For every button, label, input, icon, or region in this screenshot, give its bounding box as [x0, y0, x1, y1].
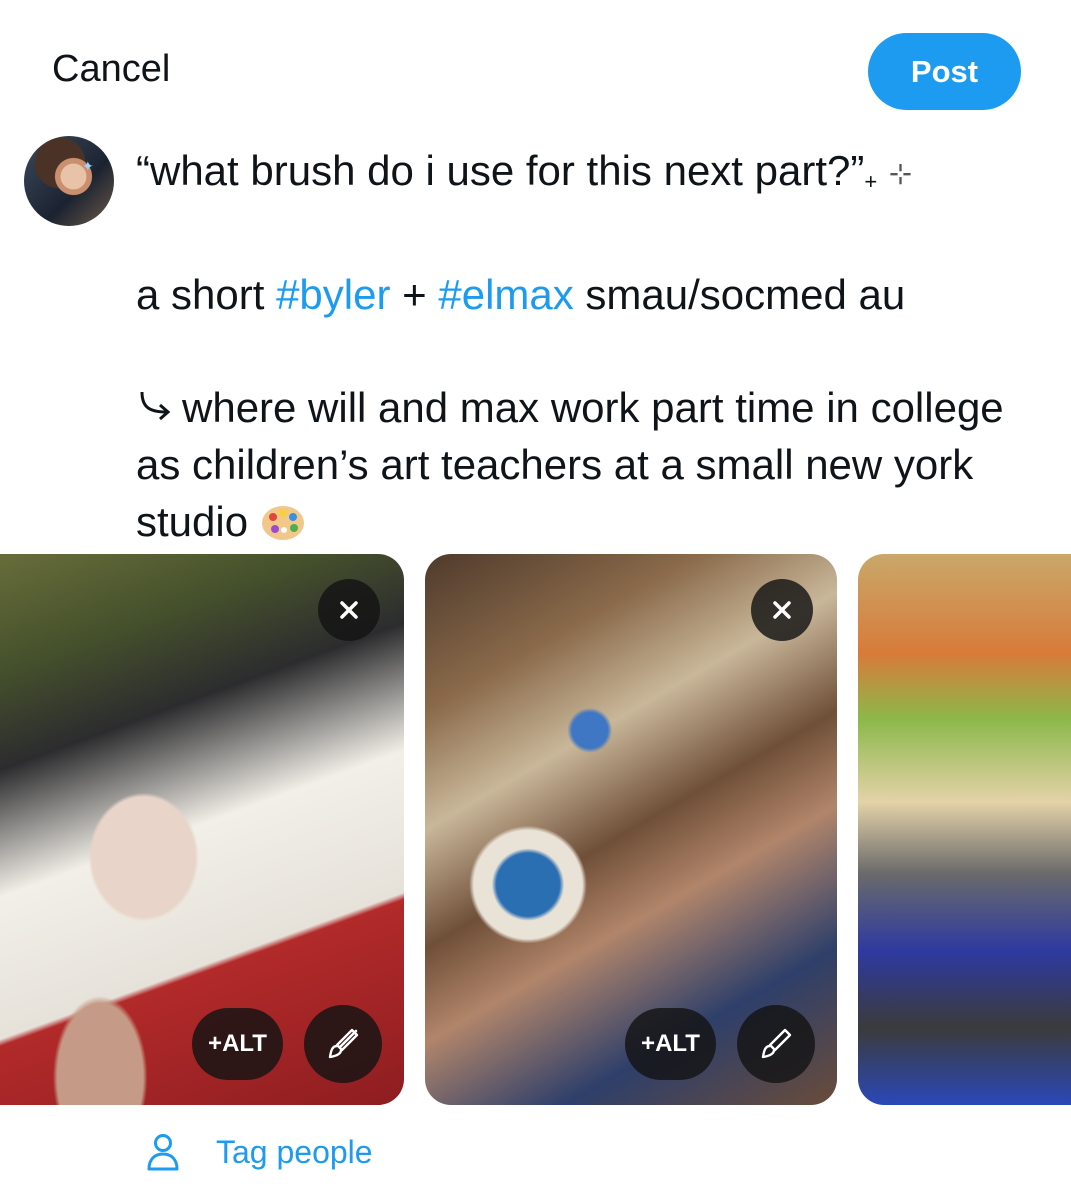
media-image-2[interactable]: +ALT — [425, 554, 837, 1105]
brush-icon — [328, 1028, 359, 1059]
tweet-line-3: where will and max work part time in col… — [136, 379, 1046, 550]
hashtag-byler[interactable]: #byler — [276, 271, 390, 318]
tweet-line-2: a short #byler + #elmax smau/socmed au — [136, 266, 1046, 323]
tweet-text-area[interactable]: “what brush do i use for this next part?… — [136, 142, 1046, 550]
remove-media-1-button[interactable] — [318, 579, 380, 641]
sparkle-icon: ✦ — [82, 158, 94, 174]
tweet-line-1-plus: + — [864, 169, 878, 194]
palette-emoji-icon — [260, 499, 306, 540]
brush-icon — [761, 1028, 792, 1059]
tweet-line-2-prefix: a short — [136, 271, 277, 318]
hashtag-elmax[interactable]: #elmax — [438, 271, 573, 318]
tweet-line-1-text: “what brush do i use for this next part?… — [136, 147, 865, 194]
cancel-button[interactable]: Cancel — [52, 48, 170, 91]
edit-media-2-button[interactable] — [737, 1005, 815, 1083]
media-image-1[interactable]: +ALT — [0, 554, 404, 1105]
tweet-line-2-suffix: smau/socmed au — [573, 271, 906, 318]
media-image-3[interactable] — [858, 554, 1071, 1105]
tweet-line-2-mid: + — [390, 271, 439, 318]
close-icon — [773, 601, 791, 619]
person-icon — [147, 1134, 179, 1171]
tag-people-label: Tag people — [216, 1133, 373, 1170]
avatar: ✦ — [24, 136, 114, 226]
edit-media-1-button[interactable] — [304, 1005, 382, 1083]
add-alt-text-1-button[interactable]: +ALT — [192, 1008, 283, 1080]
return-arrow-icon — [136, 379, 182, 436]
remove-media-2-button[interactable] — [751, 579, 813, 641]
tag-people-button[interactable]: Tag people — [146, 1127, 373, 1177]
close-icon — [340, 601, 358, 619]
tweet-line-1-sparkle: ⊹ — [888, 158, 913, 189]
add-alt-text-2-button[interactable]: +ALT — [625, 1008, 716, 1080]
post-button[interactable]: Post — [868, 33, 1021, 110]
tweet-line-1: “what brush do i use for this next part?… — [136, 142, 1046, 210]
media-carousel[interactable]: +ALT +ALT — [0, 554, 1071, 1105]
